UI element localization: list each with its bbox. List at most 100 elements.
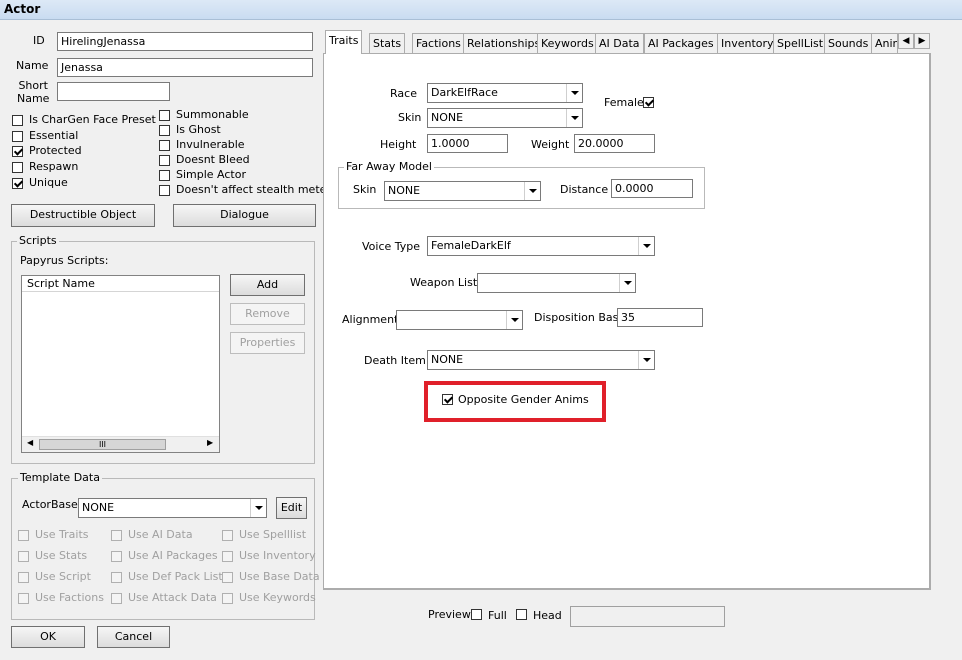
disposition-base-label: Disposition Base <box>534 311 626 324</box>
opposite-gender-anims-checkbox[interactable] <box>442 394 453 405</box>
flag-invulnerable-label: Invulnerable <box>176 138 245 151</box>
traits-panel: Race DarkElfRace Female Skin NONE Height… <box>323 53 931 590</box>
chevron-down-icon <box>250 499 266 517</box>
flag-is-ghost-label: Is Ghost <box>176 123 221 136</box>
flag-essential-label: Essential <box>29 128 79 142</box>
tab-ai-packages[interactable]: AI Packages <box>644 33 718 53</box>
alignment-dropdown[interactable] <box>396 310 523 330</box>
actorbase-dropdown[interactable]: NONE <box>78 498 267 518</box>
template-use-ai-data-label: Use AI Data <box>128 528 193 541</box>
flag-doesn-t-affect-stealth-meter-checkbox[interactable] <box>159 185 170 196</box>
template-use-keywords-checkbox[interactable] <box>222 593 233 604</box>
template-use-ai-packages-label: Use AI Packages <box>128 549 218 562</box>
disposition-base-field[interactable]: 35 <box>617 308 703 327</box>
weapon-list-dropdown[interactable] <box>477 273 636 293</box>
template-use-attack-data-checkbox[interactable] <box>111 593 122 604</box>
voice-type-label: Voice Type <box>362 240 421 253</box>
tab-sounds[interactable]: Sounds <box>824 33 873 53</box>
tab-relationships[interactable]: Relationships <box>463 33 545 53</box>
preview-field <box>570 606 725 627</box>
horizontal-scrollbar[interactable]: ◀ III ▶ <box>22 436 219 452</box>
flag-essential-checkbox[interactable] <box>12 130 23 142</box>
height-field[interactable]: 1.0000 <box>427 134 508 153</box>
tab-scroll-right-icon[interactable]: ▶ <box>914 33 930 49</box>
remove-script-button[interactable]: Remove <box>230 303 305 325</box>
female-checkbox[interactable] <box>643 97 654 108</box>
tab-stats[interactable]: Stats <box>369 33 406 53</box>
far-skin-dropdown[interactable]: NONE <box>384 181 541 201</box>
ok-button[interactable]: OK <box>11 626 85 648</box>
head-checkbox[interactable] <box>516 609 527 620</box>
alignment-label: Alignment <box>342 313 399 326</box>
skin-dropdown[interactable]: NONE <box>427 108 583 128</box>
chevron-down-icon <box>638 351 654 369</box>
script-name-column-header[interactable]: Script Name <box>22 276 219 292</box>
template-use-script-checkbox[interactable] <box>18 572 29 583</box>
template-use-keywords-label: Use Keywords <box>239 591 316 604</box>
flag-protected-label: Protected <box>29 144 82 158</box>
voice-type-dropdown[interactable]: FemaleDarkElf <box>427 236 655 256</box>
flag-protected-checkbox[interactable] <box>12 146 23 158</box>
destructible-object-button[interactable]: Destructible Object <box>11 204 155 227</box>
short-name-field[interactable] <box>57 82 170 101</box>
template-use-attack-data-label: Use Attack Data <box>128 591 217 604</box>
template-edit-button[interactable]: Edit <box>276 497 307 519</box>
flag-respawn-label: Respawn <box>29 160 79 174</box>
height-label: Height <box>380 138 417 151</box>
tab-factions[interactable]: Factions <box>412 33 465 53</box>
weapon-list-label: Weapon List <box>410 276 478 289</box>
tab-inventory[interactable]: Inventory <box>717 33 778 53</box>
death-item-dropdown[interactable]: NONE <box>427 350 655 370</box>
scripts-list[interactable]: Script Name ◀ III ▶ <box>21 275 220 453</box>
add-script-button[interactable]: Add <box>230 274 305 296</box>
chevron-down-icon <box>619 274 635 292</box>
cancel-button[interactable]: Cancel <box>97 626 170 648</box>
far-skin-value: NONE <box>388 184 421 197</box>
flag-unique-checkbox[interactable] <box>12 177 23 189</box>
death-item-value: NONE <box>431 353 464 366</box>
name-field[interactable]: Jenassa <box>57 58 313 77</box>
weight-field[interactable]: 20.0000 <box>574 134 655 153</box>
template-use-factions-checkbox[interactable] <box>18 593 29 604</box>
flag-doesnt-bleed-checkbox[interactable] <box>159 155 170 166</box>
tab-anim[interactable]: Anim <box>871 33 898 53</box>
template-use-factions-label: Use Factions <box>35 591 104 604</box>
title-bar: Actor <box>0 0 962 20</box>
tab-spelllist[interactable]: SpellList <box>773 33 828 53</box>
race-label: Race <box>390 87 417 100</box>
scripts-group-label: Scripts <box>17 234 59 248</box>
flag-invulnerable-checkbox[interactable] <box>159 140 170 151</box>
flag-is-chargen-face-preset-checkbox[interactable] <box>12 115 23 126</box>
template-use-traits-checkbox[interactable] <box>18 530 29 541</box>
template-use-spelllist-label: Use Spelllist <box>239 528 307 541</box>
opposite-gender-anims-label: Opposite Gender Anims <box>458 393 589 406</box>
template-use-spelllist-checkbox[interactable] <box>222 530 233 541</box>
full-checkbox[interactable] <box>471 609 482 620</box>
template-use-ai-data-checkbox[interactable] <box>111 530 122 541</box>
voice-type-value: FemaleDarkElf <box>431 239 511 252</box>
name-label: Name <box>16 59 49 72</box>
template-use-stats-checkbox[interactable] <box>18 551 29 562</box>
full-label: Full <box>488 609 507 622</box>
scroll-left-icon[interactable]: ◀ <box>27 438 33 447</box>
script-properties-button[interactable]: Properties <box>230 332 305 354</box>
id-field[interactable]: HirelingJenassa <box>57 32 313 51</box>
flag-doesn-t-affect-stealth-meter-label: Doesn't affect stealth meter <box>176 183 331 196</box>
race-dropdown[interactable]: DarkElfRace <box>427 83 583 103</box>
flag-simple-actor-checkbox[interactable] <box>159 170 170 181</box>
template-use-ai-packages-checkbox[interactable] <box>111 551 122 562</box>
template-use-def-pack-list-checkbox[interactable] <box>111 572 122 583</box>
tab-ai-data[interactable]: AI Data <box>595 33 644 53</box>
tab-keywords[interactable]: Keywords <box>537 33 598 53</box>
flag-respawn-checkbox[interactable] <box>12 162 23 174</box>
dialogue-button[interactable]: Dialogue <box>173 204 316 227</box>
template-use-base-data-checkbox[interactable] <box>222 572 233 583</box>
flag-summonable-checkbox[interactable] <box>159 110 170 121</box>
scrollbar-thumb[interactable]: III <box>39 439 166 450</box>
tab-scroll-left-icon[interactable]: ◀ <box>898 33 914 49</box>
tab-traits[interactable]: Traits <box>325 30 363 54</box>
template-use-inventory-checkbox[interactable] <box>222 551 233 562</box>
distance-field[interactable]: 0.0000 <box>611 179 693 198</box>
scroll-right-icon[interactable]: ▶ <box>207 438 213 447</box>
flag-is-ghost-checkbox[interactable] <box>159 125 170 136</box>
